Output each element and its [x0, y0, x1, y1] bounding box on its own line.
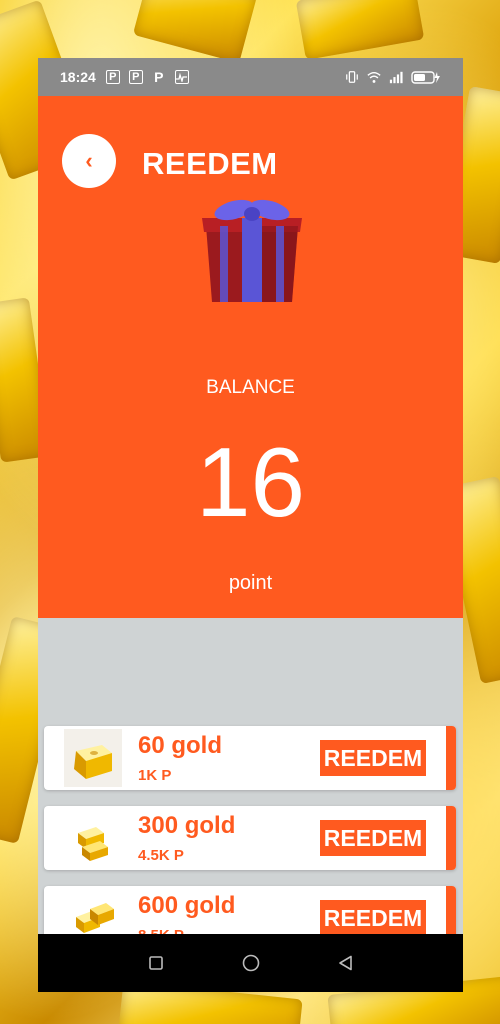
- gift-icon: [196, 196, 308, 306]
- reward-price: 4.5K P: [138, 847, 184, 864]
- status-system-icons: [345, 70, 441, 84]
- reward-item: 300 gold 4.5K P REEDEM: [44, 806, 456, 870]
- activity-icon: [174, 70, 189, 84]
- p-letter-icon: P: [154, 69, 164, 85]
- status-bar: 18:24 P P P: [38, 58, 463, 96]
- wifi-icon: [367, 70, 381, 84]
- gold-bar-icon: [64, 729, 122, 787]
- redeem-button[interactable]: REEDEM: [320, 900, 426, 936]
- triangle-back-icon: [338, 955, 352, 971]
- recent-apps-button[interactable]: [144, 951, 168, 975]
- reward-name: 60 gold: [138, 732, 223, 759]
- system-nav-bar: [38, 934, 463, 992]
- signal-icon: [389, 70, 403, 84]
- circle-icon: [242, 954, 259, 972]
- status-time: 18:24: [60, 69, 96, 85]
- background-gold-bar: [295, 0, 425, 60]
- reward-item: 60 gold 1K P REEDEM: [44, 726, 456, 790]
- balance-label: BALANCE: [206, 377, 295, 398]
- status-notification-icons: P P P: [105, 69, 189, 85]
- square-icon: [148, 956, 163, 970]
- balance-value: 16: [195, 427, 305, 537]
- home-button[interactable]: [239, 951, 263, 975]
- p-notification-icon: P: [128, 70, 143, 84]
- item-accent: [446, 806, 456, 870]
- balance-unit: point: [228, 572, 273, 594]
- redeem-button[interactable]: REEDEM: [320, 740, 426, 776]
- reward-name: 600 gold: [138, 892, 236, 919]
- vibrate-icon: [345, 70, 359, 84]
- gold-bars-icon: [64, 809, 122, 867]
- back-button[interactable]: ‹: [62, 134, 116, 188]
- reward-list: 60 gold 1K P REEDEM 300 gold 4.5K P REED…: [38, 726, 463, 966]
- balance-header: ‹ REEDEM BALANCE 16 point: [38, 96, 463, 618]
- phone-screen: 18:24 P P P ‹ REEDEM BALANCE 16 point 60…: [38, 58, 463, 992]
- page-title: REEDEM: [142, 146, 278, 181]
- redeem-button[interactable]: REEDEM: [320, 820, 426, 856]
- reward-price: 1K P: [138, 767, 172, 784]
- p-notification-icon: P: [105, 70, 120, 84]
- reward-name: 300 gold: [138, 812, 236, 839]
- item-accent: [446, 726, 456, 790]
- battery-charging-icon: [411, 70, 441, 84]
- chevron-left-icon: ‹: [85, 148, 93, 173]
- background-gold-bar: [132, 0, 258, 64]
- nav-back-button[interactable]: [334, 951, 358, 975]
